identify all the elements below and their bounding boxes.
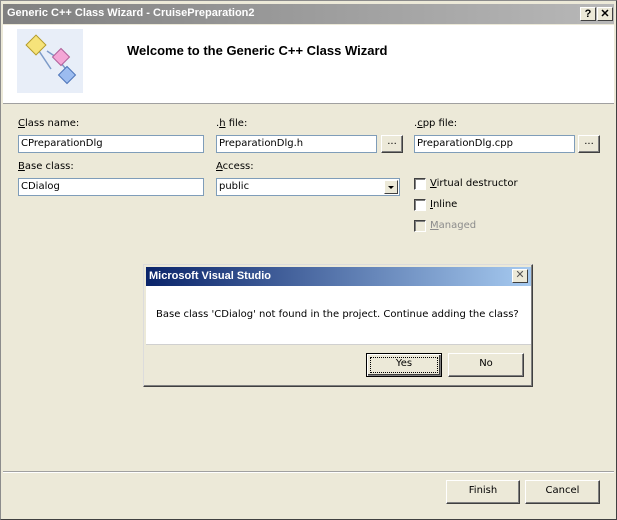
- cancel-button[interactable]: Cancel: [525, 480, 600, 504]
- help-button[interactable]: ?: [580, 7, 596, 21]
- class-name-input[interactable]: CPreparationDlg: [18, 135, 204, 153]
- cpp-file-browse-button[interactable]: ...: [578, 135, 600, 153]
- message-box-close-button[interactable]: ✕: [512, 269, 528, 283]
- cpp-file-label: .cpp file:: [414, 118, 458, 129]
- no-button[interactable]: No: [448, 353, 524, 377]
- footer-divider: [3, 471, 614, 473]
- virtual-destructor-label[interactable]: Virtual destructor: [430, 178, 518, 189]
- yes-button[interactable]: Yes: [366, 353, 442, 377]
- header-title: Welcome to the Generic C++ Class Wizard: [127, 43, 388, 58]
- base-class-input[interactable]: CDialog: [18, 178, 204, 196]
- virtual-destructor-checkbox[interactable]: [414, 178, 426, 190]
- wizard-header: Welcome to the Generic C++ Class Wizard: [3, 25, 614, 104]
- class-wizard-window: Generic C++ Class Wizard - CruisePrepara…: [0, 0, 617, 520]
- cpp-file-input[interactable]: PreparationDlg.cpp: [414, 135, 575, 153]
- close-button[interactable]: ✕: [597, 7, 613, 21]
- access-select-value: public: [219, 181, 250, 192]
- access-select[interactable]: public: [216, 178, 400, 196]
- h-file-label: .h file:: [216, 118, 248, 129]
- h-file-input[interactable]: PreparationDlg.h: [216, 135, 377, 153]
- chevron-down-icon[interactable]: [384, 180, 398, 194]
- managed-checkbox: [414, 220, 426, 232]
- message-box-title: Microsoft Visual Studio: [149, 270, 272, 282]
- class-wizard-logo-icon: [17, 29, 83, 93]
- inline-checkbox[interactable]: [414, 199, 426, 211]
- inline-label[interactable]: Inline: [430, 199, 457, 210]
- message-box-titlebar[interactable]: Microsoft Visual Studio ✕: [146, 267, 531, 286]
- base-class-label: Base class:: [18, 161, 74, 172]
- h-file-browse-button[interactable]: ...: [381, 135, 403, 153]
- access-label: Access:: [216, 161, 254, 172]
- finish-button[interactable]: Finish: [446, 480, 520, 504]
- message-box: Microsoft Visual Studio ✕ Base class 'CD…: [143, 264, 533, 387]
- message-box-body: Base class 'CDialog' not found in the pr…: [146, 286, 531, 344]
- class-name-label: Class name:: [18, 118, 80, 129]
- message-box-divider: [146, 344, 531, 345]
- message-text: Base class 'CDialog' not found in the pr…: [156, 309, 519, 320]
- window-titlebar[interactable]: Generic C++ Class Wizard - CruisePrepara…: [3, 4, 614, 24]
- managed-label: Managed: [430, 220, 477, 231]
- window-title: Generic C++ Class Wizard - CruisePrepara…: [7, 7, 255, 19]
